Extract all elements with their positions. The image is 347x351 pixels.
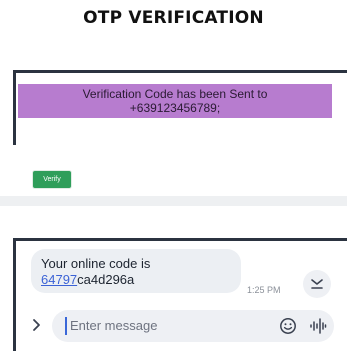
section-divider: [0, 196, 347, 206]
page-title: OTP VERIFICATION: [83, 8, 264, 28]
voice-button[interactable]: [309, 317, 327, 335]
verify-button[interactable]: Verify: [33, 171, 71, 188]
sent-message-line1: Verification Code has been Sent to: [82, 87, 268, 101]
message-code-rest: ca4d296a: [77, 272, 135, 287]
message-timestamp: 1:25 PM: [247, 285, 281, 295]
collapse-button[interactable]: [303, 270, 331, 298]
message-placeholder: Enter message: [70, 318, 158, 333]
voice-waveform-icon: [310, 318, 327, 334]
emoji-button[interactable]: [279, 317, 297, 335]
verification-sent-banner: Verification Code has been Sent to +6391…: [18, 84, 332, 118]
chevron-right-icon: [32, 319, 40, 331]
expand-button[interactable]: [28, 314, 44, 336]
emoji-icon: [280, 318, 296, 334]
collapse-down-icon: [311, 279, 323, 289]
message-text: Your online code is: [41, 256, 151, 271]
sent-phone-number: +639123456789;: [129, 101, 221, 115]
otp-code-link[interactable]: 64797: [41, 272, 77, 287]
message-code: 64797ca4d296a: [41, 272, 134, 287]
text-caret: [65, 317, 67, 335]
